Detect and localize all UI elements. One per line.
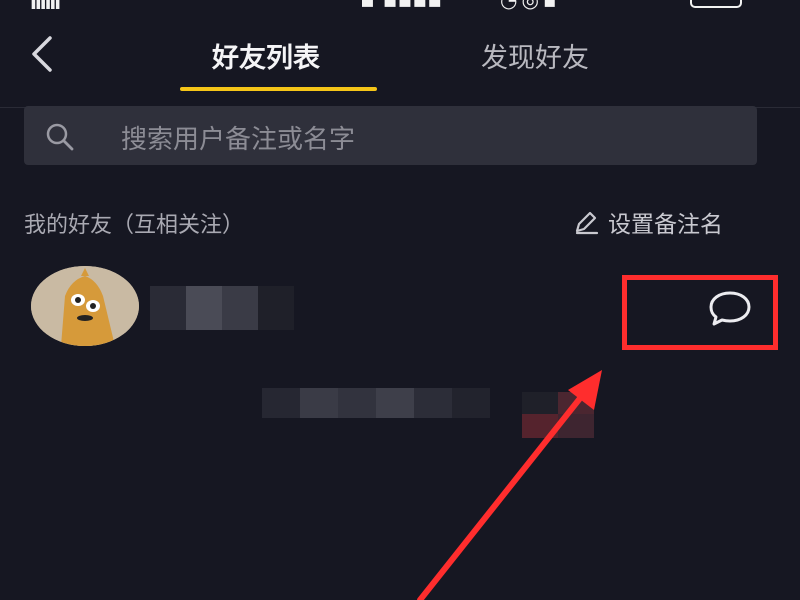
blurred-content: [522, 392, 594, 414]
set-remark-button[interactable]: 设置备注名: [572, 205, 723, 239]
back-button[interactable]: [24, 32, 64, 76]
tab-discover-friends[interactable]: 发现好友: [481, 36, 589, 75]
status-icons: ◔◎▪: [500, 0, 561, 12]
header: 好友列表 发现好友: [0, 14, 800, 108]
annotation-highlight-box: [622, 275, 778, 350]
tab-friend-list[interactable]: 好友列表: [212, 36, 320, 75]
section-title: 我的好友（互相关注）: [24, 213, 245, 238]
blurred-content: [262, 388, 490, 418]
friend-name-blurred: [150, 286, 294, 330]
set-remark-label: 设置备注名: [608, 212, 723, 238]
blurred-content: [522, 414, 594, 438]
avatar: [31, 266, 139, 346]
clock-icon: ▪ ▪▪▪▪: [360, 0, 443, 13]
pencil-icon: [575, 211, 599, 235]
search-input[interactable]: 搜索用户备注或名字: [24, 106, 757, 165]
active-tab-indicator: [180, 87, 377, 91]
avatar-image: [31, 266, 139, 346]
back-arrow-icon: [32, 36, 52, 72]
search-placeholder: 搜索用户备注或名字: [121, 125, 356, 155]
search-icon: [46, 123, 74, 151]
status-bar: ıllıll ▪ ▪▪▪▪ ◔◎▪: [0, 0, 800, 14]
battery-icon: [690, 0, 742, 8]
signal-icon: ıllıll: [30, 0, 61, 14]
